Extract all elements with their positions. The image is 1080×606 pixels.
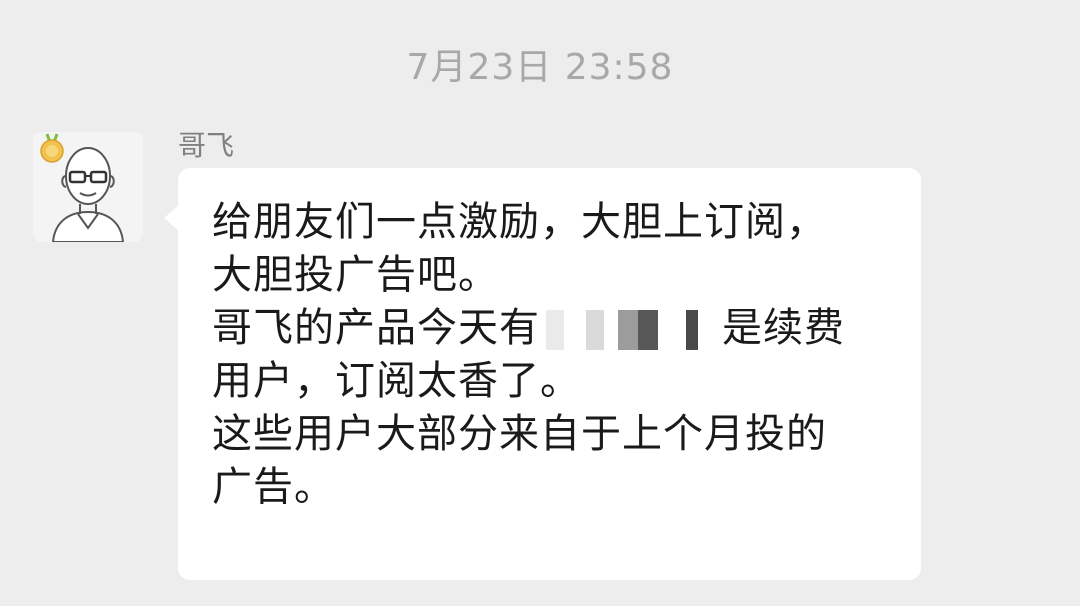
message-line: 大胆投广告吧。 [212,252,499,298]
message-line: 给朋友们一点激励，大胆上订阅， [212,199,827,245]
chat-view: 7月23日 23:58 哥飞 给朋友们一点激励，大胆上订阅， 大胆投广告吧。 哥… [0,0,1080,606]
message-line: 用户，订阅太香了。 [212,358,581,404]
sender-name: 哥飞 [178,129,235,162]
gold-medal-badge-icon [40,133,64,163]
message-text: 是续费 [722,305,845,351]
message-bubble[interactable]: 给朋友们一点激励，大胆上订阅， 大胆投广告吧。 哥飞的产品今天有 是续费 用户，订… [178,168,921,580]
bubble-tail [164,205,179,231]
message-line: 哥飞的产品今天有 是续费 [212,302,887,355]
message-line: 广告。 [212,464,335,510]
redacted-mosaic [546,310,716,350]
message-line: 这些用户大部分来自于上个月投的 [212,411,827,457]
message-text: 哥飞的产品今天有 [212,305,540,351]
bald-man-with-glasses-avatar-icon [40,133,125,242]
message-timestamp: 7月23日 23:58 [406,47,674,88]
sender-avatar[interactable] [33,132,143,242]
